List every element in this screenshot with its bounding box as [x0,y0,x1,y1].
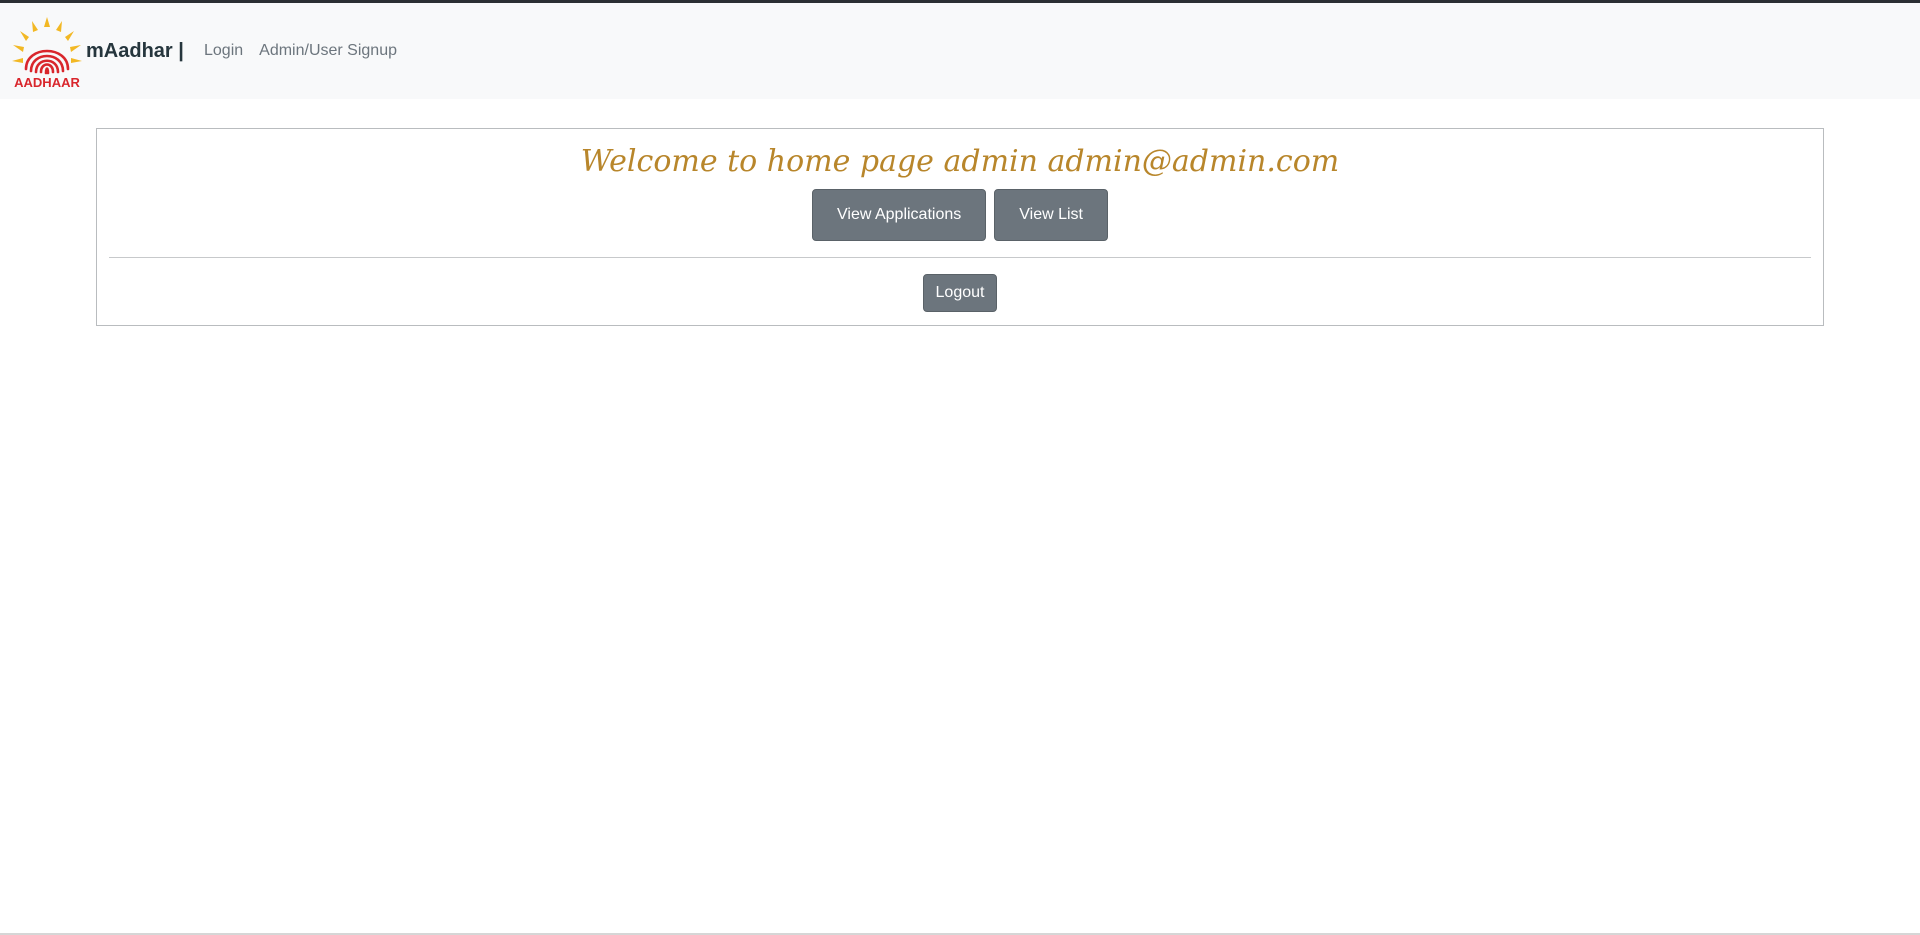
view-applications-button[interactable]: View Applications [812,189,987,241]
aadhaar-logo: AADHAAR [12,17,82,89]
view-list-button[interactable]: View List [994,189,1108,241]
welcome-heading: Welcome to home page admin admin@admin.c… [580,144,1340,179]
logout-button[interactable]: Logout [922,274,998,312]
brand-link[interactable]: AADHAAR mAadhar | [12,17,184,89]
divider [109,257,1811,258]
nav-links: Login Admin/User Signup [196,42,405,60]
nav-link-login[interactable]: Login [196,42,251,60]
nav-link-signup[interactable]: Admin/User Signup [251,42,405,60]
action-buttons: View Applications View List [97,189,1823,241]
logout-row: Logout [97,274,1823,312]
navbar: AADHAAR mAadhar | Login Admin/User Signu… [0,3,1920,99]
home-panel: Welcome to home page admin admin@admin.c… [96,128,1824,326]
svg-text:AADHAAR: AADHAAR [14,75,80,89]
brand-name: mAadhar | [86,40,184,62]
